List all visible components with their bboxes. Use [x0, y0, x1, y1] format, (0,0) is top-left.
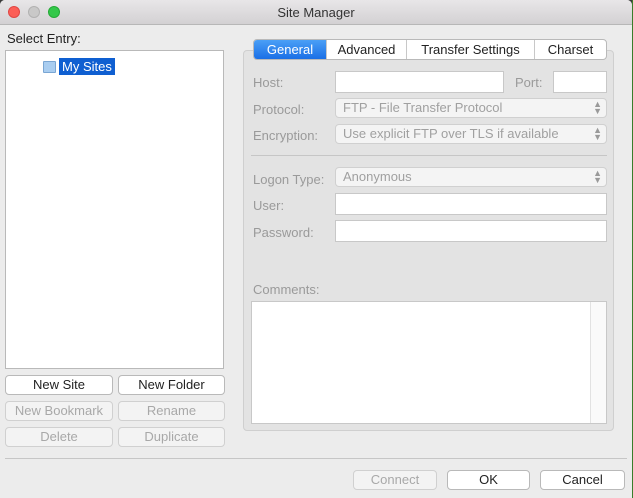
protocol-label: Protocol:: [253, 102, 305, 117]
host-input[interactable]: [335, 71, 504, 93]
updown-chevron-icon: ▲ ▼: [593, 125, 602, 142]
connect-button[interactable]: Connect: [353, 470, 437, 490]
title-bar[interactable]: Site Manager: [0, 0, 632, 25]
tab-advanced[interactable]: Advanced: [327, 40, 407, 59]
tab-general[interactable]: General: [254, 40, 327, 59]
encryption-label: Encryption:: [253, 128, 319, 143]
cancel-button[interactable]: Cancel: [540, 470, 625, 490]
footer-divider: [5, 458, 627, 459]
user-label: User:: [253, 198, 285, 213]
protocol-value: FTP - File Transfer Protocol: [343, 100, 503, 115]
updown-chevron-icon: ▲ ▼: [593, 99, 602, 116]
ok-button[interactable]: OK: [447, 470, 530, 490]
comments-textarea[interactable]: [251, 301, 607, 424]
duplicate-button[interactable]: Duplicate: [118, 427, 225, 447]
tree-item-label: My Sites: [59, 57, 115, 75]
updown-chevron-icon: ▲ ▼: [593, 168, 602, 185]
user-input[interactable]: [335, 193, 607, 215]
new-folder-button[interactable]: New Folder: [118, 375, 225, 395]
site-tree[interactable]: My Sites: [5, 50, 224, 369]
site-manager-window: Site Manager Select Entry: My Sites New …: [0, 0, 632, 498]
password-label: Password:: [253, 225, 314, 240]
logon-type-label: Logon Type:: [253, 172, 325, 187]
folder-icon: [42, 60, 56, 73]
port-input[interactable]: [553, 71, 607, 93]
comments-label: Comments:: [253, 282, 320, 297]
tree-item-my-sites[interactable]: My Sites: [42, 57, 115, 75]
rename-button[interactable]: Rename: [118, 401, 225, 421]
logon-type-select[interactable]: Anonymous ▲ ▼: [335, 167, 607, 187]
host-label: Host:: [253, 75, 284, 90]
encryption-value: Use explicit FTP over TLS if available: [343, 126, 559, 141]
select-entry-label: Select Entry:: [7, 31, 81, 46]
section-divider: [251, 155, 607, 156]
port-label: Port:: [515, 75, 543, 90]
logon-type-value: Anonymous: [343, 169, 412, 184]
tab-charset[interactable]: Charset: [535, 40, 606, 59]
tab-transfer-settings[interactable]: Transfer Settings: [407, 40, 535, 59]
settings-tabs: General Advanced Transfer Settings Chars…: [253, 39, 607, 60]
new-site-button[interactable]: New Site: [5, 375, 113, 395]
new-bookmark-button[interactable]: New Bookmark: [5, 401, 113, 421]
comments-scrollbar[interactable]: [590, 302, 606, 423]
delete-button[interactable]: Delete: [5, 427, 113, 447]
window-title: Site Manager: [277, 5, 355, 20]
protocol-select[interactable]: FTP - File Transfer Protocol ▲ ▼: [335, 98, 607, 118]
encryption-select[interactable]: Use explicit FTP over TLS if available ▲…: [335, 124, 607, 144]
password-input[interactable]: [335, 220, 607, 242]
